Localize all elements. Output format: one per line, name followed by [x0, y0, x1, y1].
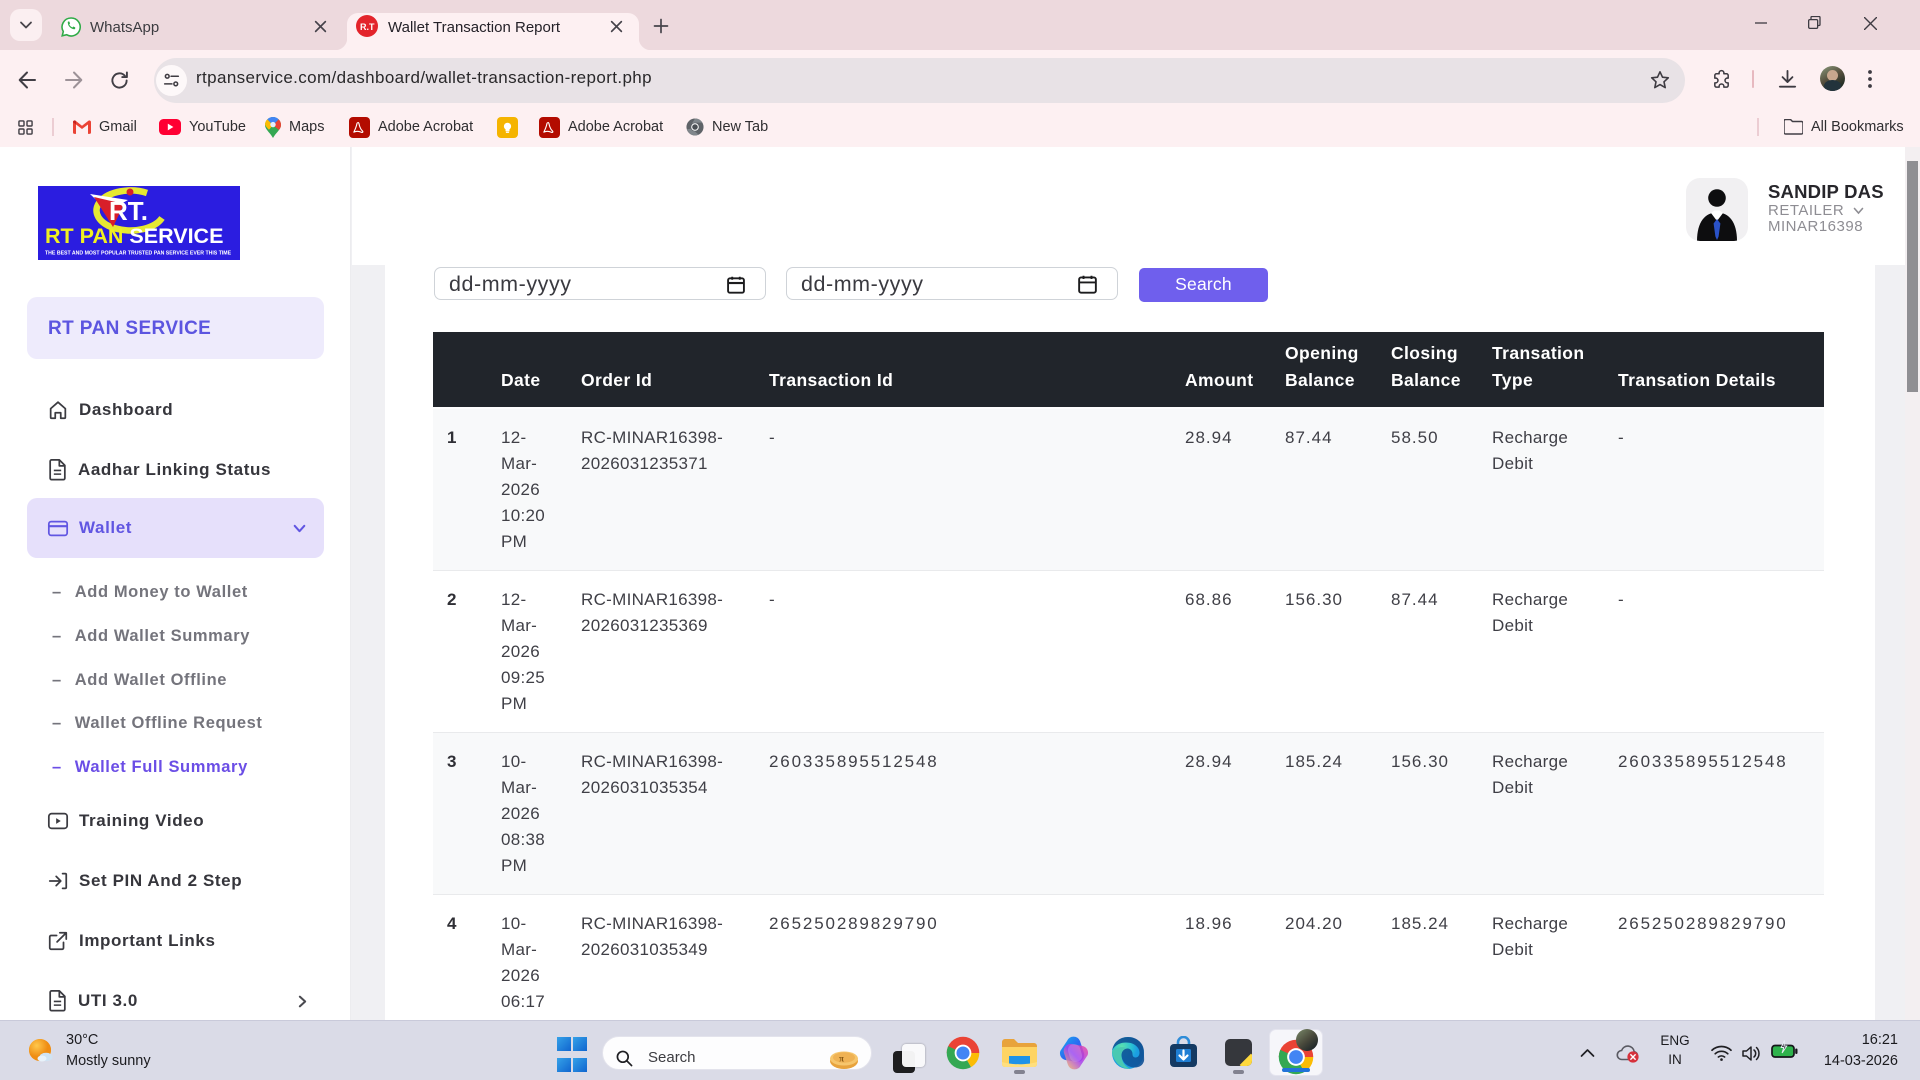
svg-text:RT PAN SERVICE: RT PAN SERVICE	[45, 224, 223, 248]
svg-text:π: π	[839, 1054, 844, 1064]
svg-text:RT.: RT.	[109, 196, 148, 226]
svg-text:THE BEST AND MOST POPULAR TRUS: THE BEST AND MOST POPULAR TRUSTED PAN SE…	[45, 251, 232, 257]
